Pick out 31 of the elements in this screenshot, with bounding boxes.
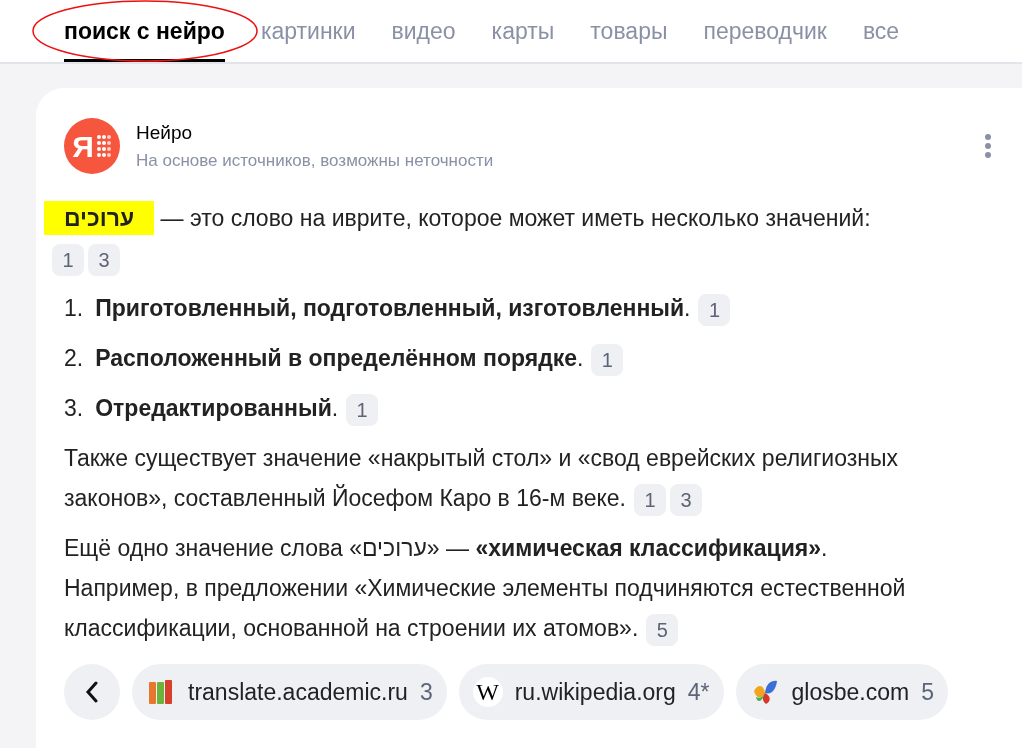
source-chip[interactable]: translate.academic.ru 3 <box>132 664 447 720</box>
list-number: 2. <box>64 344 84 373</box>
answer-title: Нейро <box>136 121 194 145</box>
list-item: Расположенный в определённом порядке. 1 <box>95 338 624 378</box>
citation-number[interactable]: 5 <box>646 613 679 646</box>
answer-paragraph: Также существует значение «накрытый стол» и «свод еврейских религиозных законов», составленный Йосефом Каро в 16-м веке. 1 3 <box>64 438 924 518</box>
citation-number[interactable]: 1 <box>591 343 624 376</box>
citation-number[interactable]: 3 <box>88 243 120 276</box>
citation-number[interactable]: 1 <box>633 483 666 516</box>
search-tab[interactable]: товары <box>590 0 668 62</box>
list-number: 3. <box>64 394 84 423</box>
search-tab[interactable]: все <box>862 0 900 62</box>
list-item: Отредактированный. 1 <box>95 388 379 428</box>
list-number: 1. <box>64 294 84 323</box>
neuro-logo: Я <box>64 118 120 174</box>
citation-number[interactable]: 1 <box>52 243 84 276</box>
citation-number[interactable]: 1 <box>346 393 379 426</box>
back-button[interactable] <box>64 664 120 720</box>
citation-number[interactable]: 1 <box>698 293 731 326</box>
wikipedia-logo: W <box>472 677 503 707</box>
search-tab[interactable]: видео <box>391 0 456 62</box>
source-chip[interactable]: W ru.wikipedia.org 4* <box>458 664 724 720</box>
citation-number[interactable]: 3 <box>669 483 702 516</box>
source-chip[interactable]: glosbe.com 5 <box>735 664 948 720</box>
answer-disclaimer: На основе источников, возможны неточности <box>136 149 495 172</box>
list-item: Приготовленный, подготовленный, изготовленный. 1 <box>95 288 731 328</box>
search-tab[interactable]: картинки <box>260 0 356 62</box>
more-icon[interactable] <box>984 133 992 159</box>
search-tab[interactable]: переводчик <box>703 0 827 62</box>
chevron-left-icon <box>85 681 99 703</box>
search-tab[interactable]: карты <box>491 0 555 62</box>
